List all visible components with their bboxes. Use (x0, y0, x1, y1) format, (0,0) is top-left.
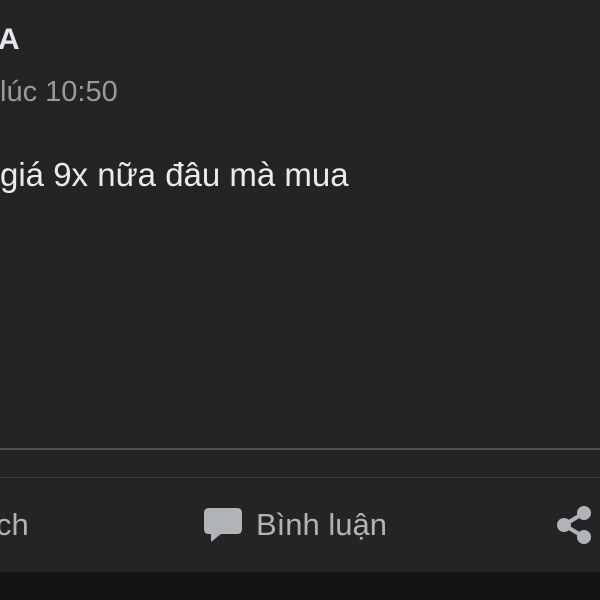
post-action-bar: ch Bình luận (0, 478, 600, 572)
share-button[interactable] (554, 478, 594, 572)
app-screen: A lúc 10:50 giá 9x nữa đâu mà mua ch Bìn… (0, 0, 600, 600)
comment-bubble-icon (202, 504, 244, 546)
feed-separator (0, 572, 600, 600)
action-bar-divider-top (0, 448, 600, 450)
post-author-name[interactable]: A (0, 20, 20, 60)
like-button[interactable]: ch (0, 478, 29, 572)
comment-button-label: Bình luận (256, 507, 387, 542)
post-timestamp[interactable]: lúc 10:50 (0, 73, 118, 111)
post-card: A lúc 10:50 giá 9x nữa đâu mà mua ch Bìn… (0, 0, 600, 572)
share-icon (554, 504, 594, 546)
comment-button[interactable]: Bình luận (202, 478, 387, 572)
like-button-label: ch (0, 507, 29, 542)
post-body-text: giá 9x nữa đâu mà mua (0, 156, 349, 193)
